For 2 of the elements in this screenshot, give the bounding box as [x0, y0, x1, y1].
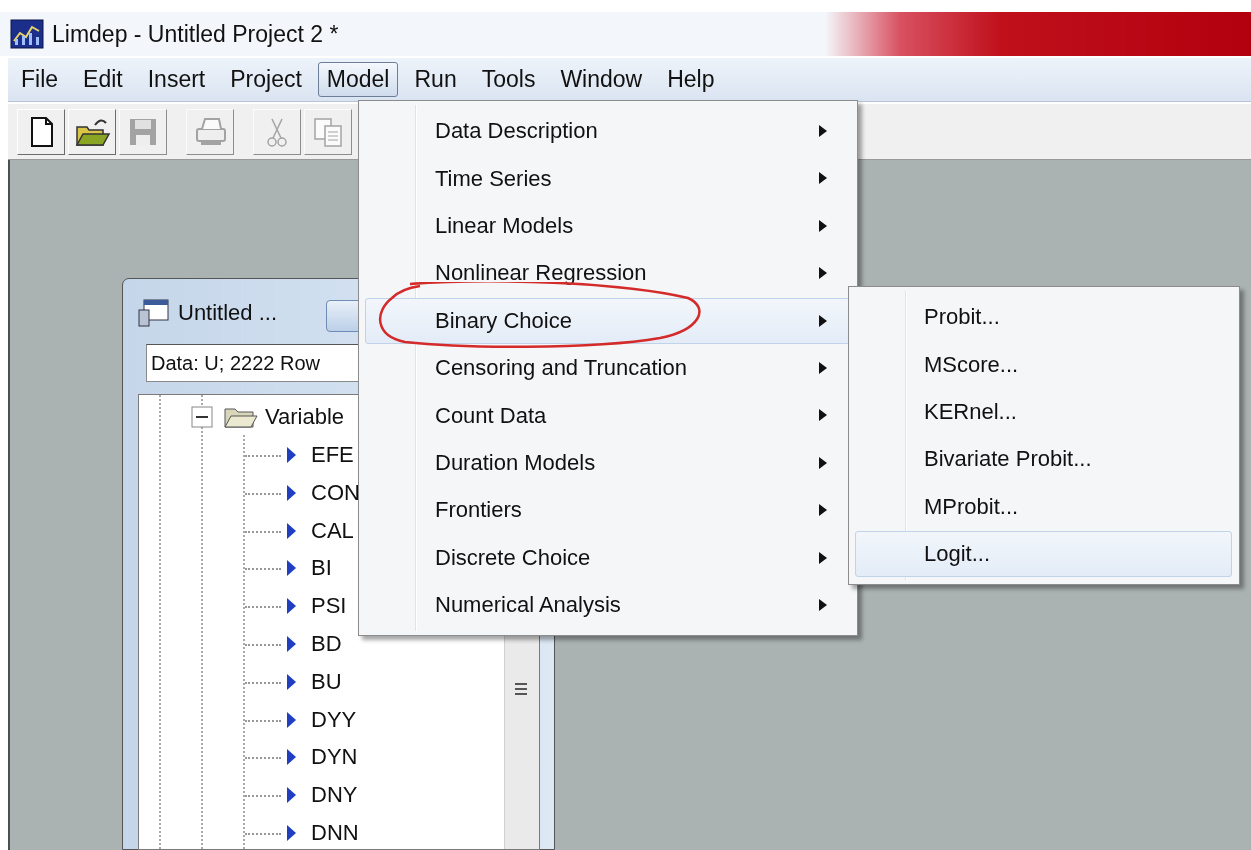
child-window-title: Untitled ... [178, 300, 278, 326]
window-title: Limdep - Untitled Project 2 * [52, 20, 339, 48]
